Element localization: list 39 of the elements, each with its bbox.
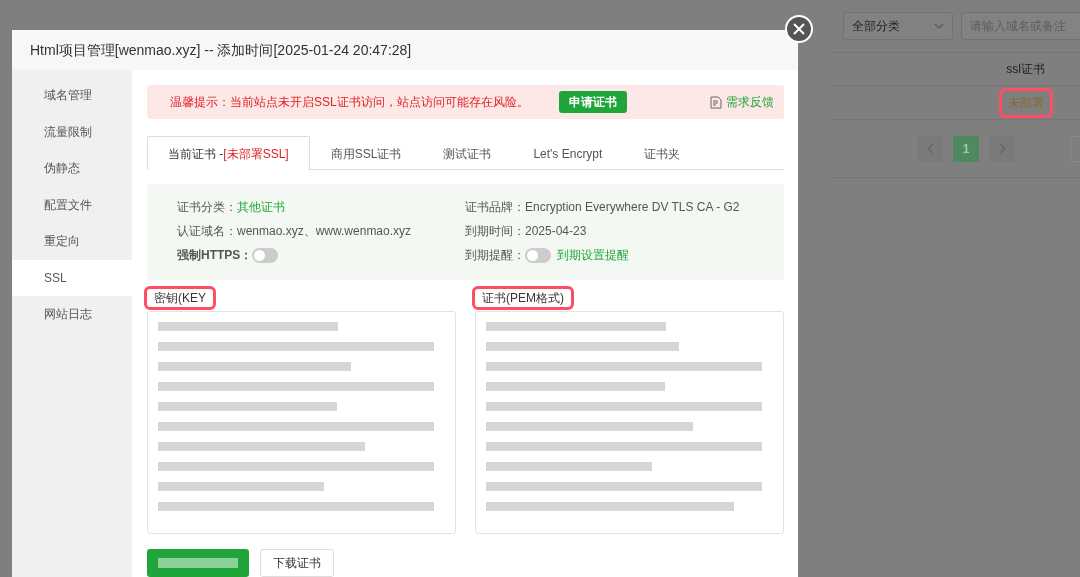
chevron-down-icon <box>934 23 944 29</box>
tab[interactable]: 测试证书 <box>422 136 513 170</box>
field-label: 强制HTTPS： <box>177 247 253 264</box>
toggle-switch[interactable] <box>252 247 279 263</box>
note-icon <box>710 95 722 109</box>
previous-page-button[interactable] <box>917 135 943 162</box>
warning-text: 温馨提示：当前站点未开启SSL证书访问，站点访问可能存在风险。 <box>170 94 529 111</box>
field-label: 认证域名： <box>177 223 237 240</box>
sidebar-item[interactable]: 重定向 <box>12 223 132 260</box>
field-value: wenmao.xyz、www.wenmao.xyz <box>237 223 412 240</box>
field-value: 其他证书 <box>237 199 285 216</box>
ssl-status-text: 未部署 <box>1002 90 1050 115</box>
field-label: 证书分类： <box>177 199 237 216</box>
tab[interactable]: 证书夹 <box>623 136 702 170</box>
column-header: ssl证书 <box>1006 61 1045 78</box>
sidebar-item[interactable]: 伪静态 <box>12 150 132 187</box>
field-value: 2025-04-23 <box>525 223 587 240</box>
field-label: 到期时间： <box>465 223 525 240</box>
tab[interactable]: 商用SSL证书 <box>309 136 423 170</box>
sidebar-item[interactable]: SSL <box>12 259 132 296</box>
tab[interactable]: 当前证书 -[未部署SSL] <box>147 136 310 170</box>
field-value: Encryption Everywhere DV TLS CA - G2 <box>525 199 740 216</box>
next-page-button[interactable] <box>989 135 1015 162</box>
category-select[interactable]: 全部分类 <box>843 12 953 40</box>
sidebar-item[interactable]: 流量限制 <box>12 113 132 150</box>
close-button[interactable] <box>785 15 813 43</box>
toggle-switch[interactable] <box>525 247 551 263</box>
modal-title: Html项目管理[wenmao.xyz] -- 添加时间[2025-01-24 20:47:28] <box>30 40 412 60</box>
tab[interactable]: Let's Encrypt <box>512 136 624 170</box>
field-label: 证书(PEM格式) <box>475 289 571 307</box>
download-certificate-button[interactable]: 下载证书 <box>260 549 334 577</box>
save-button[interactable] <box>147 549 249 577</box>
field-label: 密钥(KEY <box>147 289 213 307</box>
field-label: 到期提醒： <box>465 247 525 264</box>
close-icon <box>793 23 805 35</box>
sidebar-item[interactable]: 网站日志 <box>12 296 132 333</box>
field-label: 证书品牌： <box>465 199 525 216</box>
sidebar-item[interactable]: 配置文件 <box>12 186 132 223</box>
sidebar-item[interactable]: 域名管理 <box>12 77 132 114</box>
